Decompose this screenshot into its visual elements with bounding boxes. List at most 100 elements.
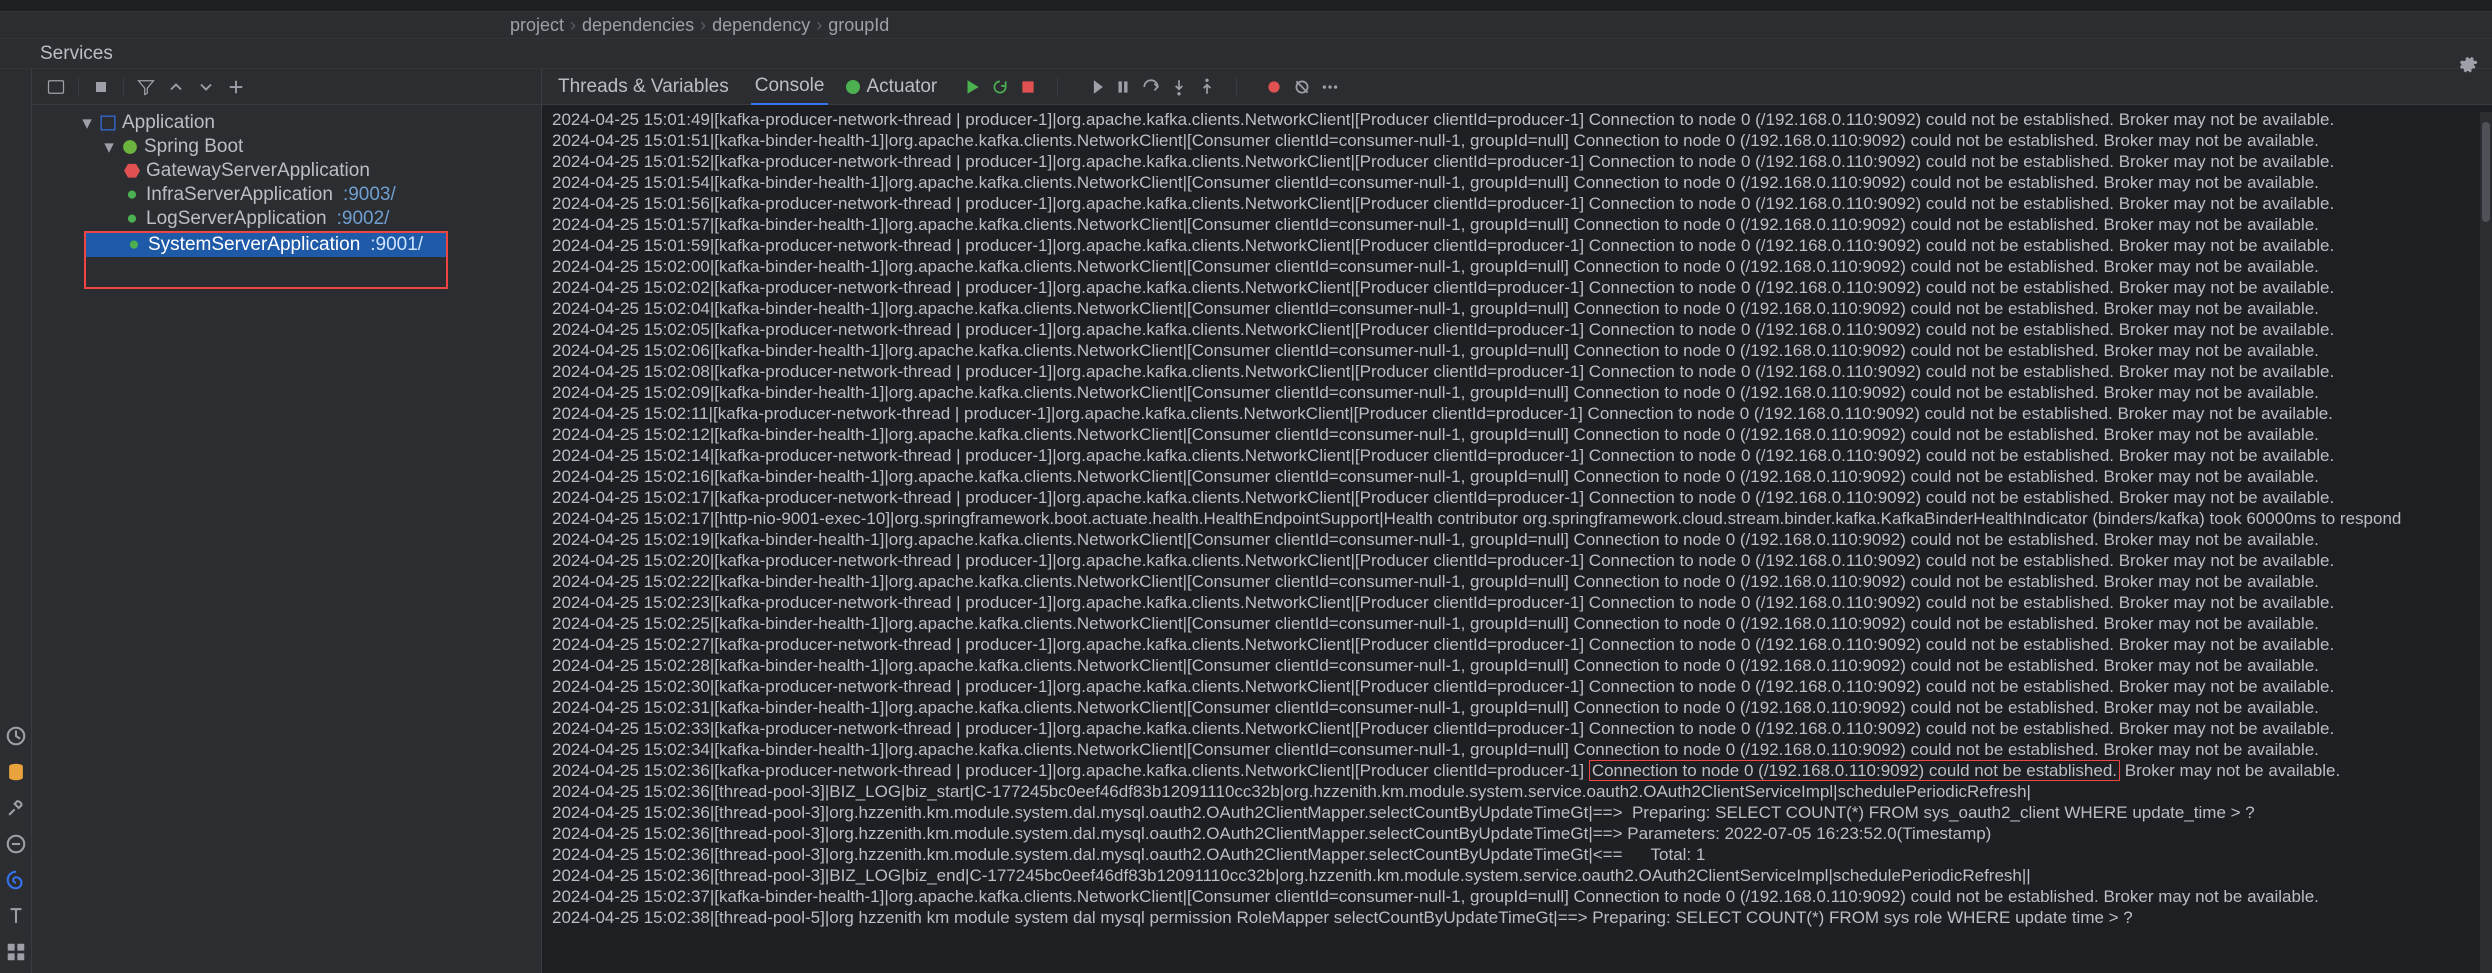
pause-icon[interactable] [1114,78,1132,96]
services-sidebar: ▾ Application ▾ Spring Boot ⬣ GatewaySer… [32,69,542,973]
breakpoint-icon[interactable] [1265,78,1283,96]
crumb[interactable]: groupId [828,15,889,36]
log-line: 2024-04-25 15:01:49|[kafka-producer-netw… [552,109,2482,130]
open-files [0,0,2492,12]
step-out-icon[interactable] [1198,78,1216,96]
collapse-icon[interactable] [196,77,216,97]
service-port: :9001/ [370,234,423,256]
minus-circle-icon[interactable] [5,833,27,855]
log-line: 2024-04-25 15:02:36|[thread-pool-3]|BIZ_… [552,865,2482,886]
panel-title: Services [40,43,113,65]
log-line: 2024-04-25 15:01:59|[kafka-producer-netw… [552,235,2482,256]
log-line: 2024-04-25 15:02:36|[thread-pool-3]|BIZ_… [552,781,2482,802]
stop-run-icon[interactable] [1019,78,1037,96]
tab-threads[interactable]: Threads & Variables [554,70,733,104]
console-output[interactable]: 2024-04-25 15:01:49|[kafka-producer-netw… [542,105,2492,973]
grid-icon[interactable] [5,941,27,963]
log-line: 2024-04-25 15:02:28|[kafka-binder-health… [552,655,2482,676]
database-icon[interactable] [5,761,27,783]
add-icon[interactable] [226,77,246,97]
spiral-icon[interactable] [5,869,27,891]
stop-icon[interactable] [91,77,111,97]
left-rail [0,69,32,973]
tab-console[interactable]: Console [751,69,829,105]
service-port: :9002/ [337,208,390,230]
log-line: 2024-04-25 15:01:57|[kafka-binder-health… [552,214,2482,235]
log-line: 2024-04-25 15:02:06|[kafka-binder-health… [552,340,2482,361]
sidebar-toolbar [32,69,541,105]
log-line: 2024-04-25 15:02:22|[kafka-binder-health… [552,571,2482,592]
expand-icon[interactable] [166,77,186,97]
step-into-icon[interactable] [1170,78,1188,96]
log-line: 2024-04-25 15:02:36|[thread-pool-3]|org.… [552,844,2482,865]
log-line: 2024-04-25 15:02:37|[kafka-binder-health… [552,886,2482,907]
log-line: 2024-04-25 15:02:19|[kafka-binder-health… [552,529,2482,550]
step-over-icon[interactable] [1142,78,1160,96]
rerun-icon[interactable] [963,78,981,96]
log-line: 2024-04-25 15:02:08|[kafka-producer-netw… [552,361,2482,382]
stopped-icon: ⬣ [124,163,140,179]
tree-label: Spring Boot [144,136,243,158]
log-line: 2024-04-25 15:02:34|[kafka-binder-health… [552,739,2482,760]
services-panel-header[interactable]: Services [0,39,2492,69]
service-system[interactable]: ● SystemServerApplication :9001/ [86,233,446,257]
editor-tab-bar [0,0,2492,12]
log-line: 2024-04-25 15:02:33|[kafka-producer-netw… [552,718,2482,739]
log-line: 2024-04-25 15:02:02|[kafka-producer-netw… [552,277,2482,298]
chevron-down-icon: ▾ [80,112,94,135]
text-icon[interactable] [5,905,27,927]
show-icon[interactable] [46,77,66,97]
log-line: 2024-04-25 15:02:38|[thread-pool-5]|org … [552,907,2482,928]
tree-node-application[interactable]: ▾ Application [32,111,541,135]
crumb[interactable]: dependency [712,15,810,36]
chevron-down-icon: ▾ [102,136,116,159]
tree-label: Application [122,112,215,134]
tool-icon[interactable] [5,797,27,819]
log-line: 2024-04-25 15:02:16|[kafka-binder-health… [552,466,2482,487]
log-line: 2024-04-25 15:02:20|[kafka-producer-netw… [552,550,2482,571]
restart-icon[interactable] [991,78,1009,96]
log-line: 2024-04-25 15:02:36|[kafka-producer-netw… [552,760,2482,781]
log-line: 2024-04-25 15:02:09|[kafka-binder-health… [552,382,2482,403]
log-line: 2024-04-25 15:02:23|[kafka-producer-netw… [552,592,2482,613]
log-line: 2024-04-25 15:02:04|[kafka-binder-health… [552,298,2482,319]
annotation-box [86,257,446,287]
gear-icon[interactable] [2458,54,2478,74]
tree-node-spring-boot[interactable]: ▾ Spring Boot [32,135,541,159]
running-icon: ● [124,211,140,227]
log-line: 2024-04-25 15:02:25|[kafka-binder-health… [552,613,2482,634]
log-line: 2024-04-25 15:02:36|[thread-pool-3]|org.… [552,823,2482,844]
filter-icon[interactable] [136,77,156,97]
log-line: 2024-04-25 15:02:12|[kafka-binder-health… [552,424,2482,445]
status-dot-icon [846,80,860,94]
log-line: 2024-04-25 15:02:30|[kafka-producer-netw… [552,676,2482,697]
service-gateway[interactable]: ⬣ GatewayServerApplication [32,159,541,183]
more-icon[interactable] [1321,78,1339,96]
breadcrumb[interactable]: project› dependencies› dependency› group… [0,12,2492,39]
log-line: 2024-04-25 15:01:52|[kafka-producer-netw… [552,151,2482,172]
log-line: 2024-04-25 15:02:05|[kafka-producer-netw… [552,319,2482,340]
resume-icon[interactable] [1086,78,1104,96]
scrollbar-thumb[interactable] [2482,122,2490,222]
spring-icon [122,139,138,155]
service-name: LogServerApplication [146,208,327,230]
running-icon: ● [126,237,142,253]
tab-actuator[interactable]: Actuator [846,76,937,98]
log-line: 2024-04-25 15:02:14|[kafka-producer-netw… [552,445,2482,466]
log-line: 2024-04-25 15:02:31|[kafka-binder-health… [552,697,2482,718]
crumb[interactable]: project [510,15,564,36]
console-tabs: Threads & Variables Console Actuator [542,69,2492,105]
service-tree[interactable]: ▾ Application ▾ Spring Boot ⬣ GatewaySer… [32,105,541,295]
running-icon: ● [124,187,140,203]
log-line: 2024-04-25 15:02:11|[kafka-producer-netw… [552,403,2482,424]
log-line: 2024-04-25 15:01:54|[kafka-binder-health… [552,172,2482,193]
clock-icon[interactable] [5,725,27,747]
service-infra[interactable]: ● InfraServerApplication :9003/ [32,183,541,207]
mute-breakpoints-icon[interactable] [1293,78,1311,96]
scrollbar-vertical[interactable] [2480,112,2492,973]
crumb[interactable]: dependencies [582,15,694,36]
square-icon [100,115,116,131]
service-log[interactable]: ● LogServerApplication :9002/ [32,207,541,231]
console-panel: Threads & Variables Console Actuator [542,69,2492,973]
log-line: 2024-04-25 15:02:36|[thread-pool-3]|org.… [552,802,2482,823]
